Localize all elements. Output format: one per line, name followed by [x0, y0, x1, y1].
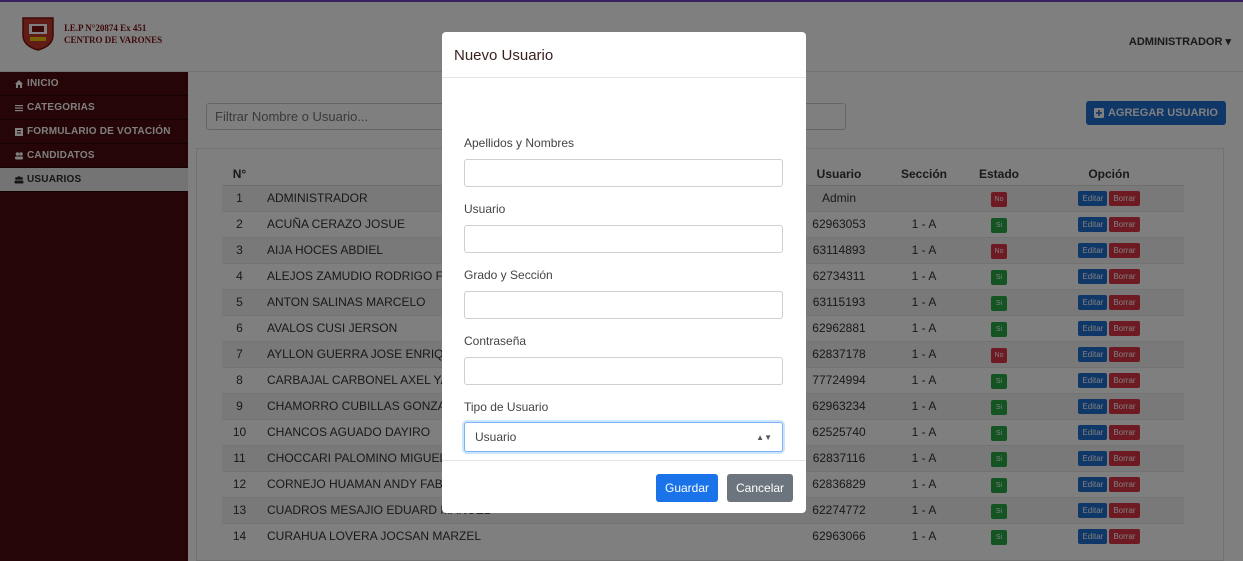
modal-body: Apellidos y Nombres Usuario Grado y Secc…	[464, 78, 784, 452]
grade-field[interactable]	[464, 291, 783, 319]
user-type-select[interactable]: Usuario ▲▼	[464, 422, 783, 452]
password-field[interactable]	[464, 357, 783, 385]
user-type-value: Usuario	[475, 430, 517, 444]
select-arrows-icon: ▲▼	[756, 432, 772, 442]
user-field[interactable]	[464, 225, 783, 253]
modal-footer: Guardar Cancelar	[442, 460, 806, 513]
cancel-button[interactable]: Cancelar	[727, 474, 794, 502]
new-user-modal: Nuevo Usuario Apellidos y Nombres Usuari…	[442, 32, 806, 513]
modal-title: Nuevo Usuario	[454, 47, 554, 64]
save-button[interactable]: Guardar	[656, 474, 719, 502]
modal-header: Nuevo Usuario	[442, 32, 806, 78]
user-type-label: Tipo de Usuario	[464, 400, 549, 414]
password-label: Contraseña	[464, 334, 527, 348]
grade-label: Grado y Sección	[464, 268, 553, 282]
user-label: Usuario	[464, 202, 506, 216]
names-label: Apellidos y Nombres	[464, 136, 575, 150]
names-field[interactable]	[464, 159, 783, 187]
